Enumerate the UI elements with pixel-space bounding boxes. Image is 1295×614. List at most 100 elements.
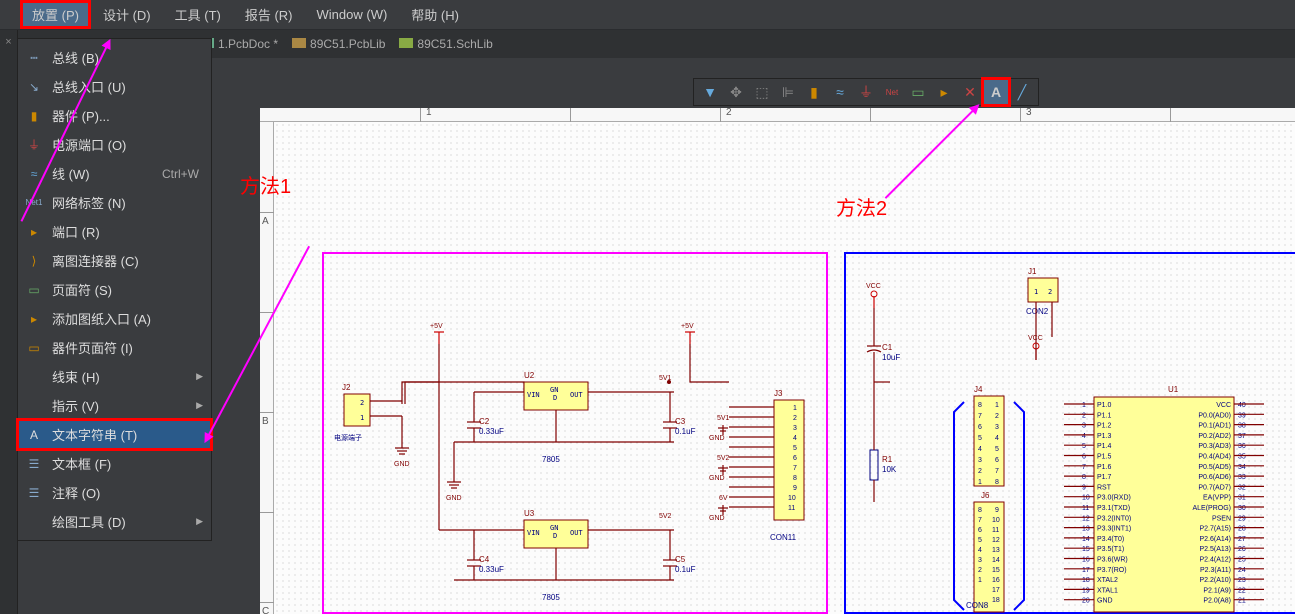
svg-text:5V2: 5V2 (659, 513, 672, 520)
tool-part-icon[interactable]: ▮ (802, 80, 826, 104)
menu-item-addsheetentry[interactable]: ▸添加图纸入口 (A) (18, 304, 211, 333)
svg-text:CON2: CON2 (1026, 307, 1049, 316)
svg-text:35: 35 (1238, 454, 1246, 461)
menu-place[interactable]: 放置 (P) (20, 0, 91, 29)
cap-c3: C3 0.1uF (663, 392, 696, 442)
chevron-right-icon: ▶ (196, 371, 203, 382)
tab-pcblib[interactable]: 89C51.PcbLib (292, 37, 385, 51)
svg-text:16: 16 (992, 577, 1000, 584)
svg-text:19: 19 (1082, 587, 1090, 594)
shortcut-label: Ctrl+W (162, 167, 199, 181)
tool-netlabel-icon[interactable]: Net (880, 80, 904, 104)
menu-report[interactable]: 报告 (R) (233, 0, 305, 29)
svg-text:D: D (553, 532, 557, 540)
svg-text:PSEN: PSEN (1212, 515, 1231, 522)
menu-tool[interactable]: 工具 (T) (163, 0, 233, 29)
part-icon: ▮ (26, 108, 42, 124)
cap-c1: C1 10uF (867, 308, 900, 382)
tool-gnd-icon[interactable]: ⏚ (854, 80, 878, 104)
svg-text:VCC: VCC (866, 283, 881, 290)
svg-text:12: 12 (992, 537, 1000, 544)
svg-text:+5V: +5V (681, 323, 694, 330)
menu-item-port[interactable]: ▸端口 (R) (18, 217, 211, 246)
chevron-right-icon: ▶ (196, 516, 203, 527)
menu-item-harness[interactable]: 线束 (H)▶ (18, 362, 211, 391)
menu-item-powerport[interactable]: ⏚电源端口 (O) (18, 130, 211, 159)
svg-text:9: 9 (1082, 484, 1086, 491)
svg-text:P0.3(AD3): P0.3(AD3) (1198, 443, 1231, 450)
tab-schlib[interactable]: 89C51.SchLib (399, 37, 492, 51)
svg-text:C3: C3 (675, 417, 686, 426)
menu-item-devicesheet[interactable]: ▭器件页面符 (I) (18, 333, 211, 362)
svg-text:CON8: CON8 (966, 601, 989, 610)
tool-sheet-icon[interactable]: ▭ (906, 80, 930, 104)
menu-help[interactable]: 帮助 (H) (399, 0, 471, 29)
floating-schematic-toolbar: ▼ ✥ ⬚ ⊫ ▮ ≈ ⏚ Net ▭ ▸ ✕ A ╱ (693, 78, 1039, 106)
svg-text:0.33uF: 0.33uF (479, 565, 504, 574)
svg-text:P3.4(T0): P3.4(T0) (1097, 536, 1124, 543)
svg-text:8: 8 (995, 479, 999, 486)
power-icon: ⏚ (26, 137, 42, 153)
tool-port-icon[interactable]: ▸ (932, 80, 956, 104)
left-gutter: × (0, 30, 18, 614)
svg-text:P0.4(AD4): P0.4(AD4) (1198, 454, 1231, 461)
menu-item-directive[interactable]: 指示 (V)▶ (18, 391, 211, 420)
svg-text:GND: GND (394, 461, 410, 468)
svg-text:P0.7(AD7): P0.7(AD7) (1198, 484, 1231, 491)
schematic-sheet[interactable]: +5V +5V J2 电源端子 2 1 (274, 122, 1295, 614)
svg-text:XTAL1: XTAL1 (1097, 587, 1118, 594)
submenu-icon (26, 369, 42, 385)
tool-align-icon[interactable]: ⊫ (776, 80, 800, 104)
menu-item-netlabel[interactable]: Net1网络标签 (N) (18, 188, 211, 217)
svg-text:3: 3 (978, 557, 982, 564)
schlib-icon (399, 38, 413, 48)
textstring-icon: A (26, 427, 42, 443)
svg-text:38: 38 (1238, 423, 1246, 430)
menu-item-textstring[interactable]: A文本字符串 (T) (18, 420, 211, 449)
menu-window[interactable]: Window (W) (305, 2, 400, 27)
svg-text:P0.2(AD2): P0.2(AD2) (1198, 433, 1231, 440)
j2-body (344, 394, 370, 426)
svg-text:2: 2 (995, 413, 999, 420)
menu-item-wire[interactable]: ≈线 (W)Ctrl+W (18, 159, 211, 188)
textframe-icon: ☰ (26, 456, 42, 472)
tool-wire-icon[interactable]: ≈ (828, 80, 852, 104)
svg-text:P1.7: P1.7 (1097, 474, 1112, 481)
svg-text:P0.5(AD5): P0.5(AD5) (1198, 464, 1231, 471)
menu-item-drawing[interactable]: 绘图工具 (D)▶ (18, 507, 211, 536)
menu-item-bus[interactable]: ┉总线 (B) (18, 43, 211, 72)
menu-item-busentry[interactable]: ↘总线入口 (U) (18, 72, 211, 101)
svg-text:C4: C4 (479, 555, 490, 564)
power-5v-a: +5V (430, 323, 444, 344)
tool-line-icon[interactable]: ╱ (1010, 80, 1034, 104)
svg-text:5: 5 (978, 537, 982, 544)
tool-move-icon[interactable]: ✥ (724, 80, 748, 104)
svg-text:10: 10 (1082, 495, 1090, 502)
tool-select-icon[interactable]: ⬚ (750, 80, 774, 104)
svg-text:40: 40 (1238, 402, 1246, 409)
svg-text:VCC: VCC (1216, 402, 1231, 409)
menu-item-textframe[interactable]: ☰文本框 (F) (18, 449, 211, 478)
svg-text:5: 5 (978, 435, 982, 442)
svg-text:电源端子: 电源端子 (334, 433, 362, 442)
svg-text:37: 37 (1238, 433, 1246, 440)
close-icon[interactable]: × (0, 30, 17, 54)
schematic-canvas[interactable]: 1 2 3 A B C +5V +5V (260, 108, 1295, 614)
svg-text:P2.0(A8): P2.0(A8) (1203, 598, 1231, 605)
menu-item-sheetsym[interactable]: ▭页面符 (S) (18, 275, 211, 304)
menu-item-part[interactable]: ▮器件 (P)... (18, 101, 211, 130)
svg-text:CON11: CON11 (770, 533, 797, 542)
menu-design[interactable]: 设计 (D) (91, 0, 163, 29)
menu-item-offsheet[interactable]: ⟩离图连接器 (C) (18, 246, 211, 275)
svg-text:ALE(PROG): ALE(PROG) (1192, 505, 1231, 512)
tool-text-icon[interactable]: A (984, 80, 1008, 104)
method1-label: 方法1 (240, 170, 291, 199)
svg-text:GND: GND (446, 495, 462, 502)
svg-text:2: 2 (978, 567, 982, 574)
menu-item-note[interactable]: ☰注释 (O) (18, 478, 211, 507)
svg-text:4: 4 (995, 435, 999, 442)
tool-filter-icon[interactable]: ▼ (698, 80, 722, 104)
svg-text:P3.7(RO): P3.7(RO) (1097, 567, 1127, 574)
power-5v-b: +5V (681, 323, 695, 344)
j1-body (1028, 278, 1058, 302)
